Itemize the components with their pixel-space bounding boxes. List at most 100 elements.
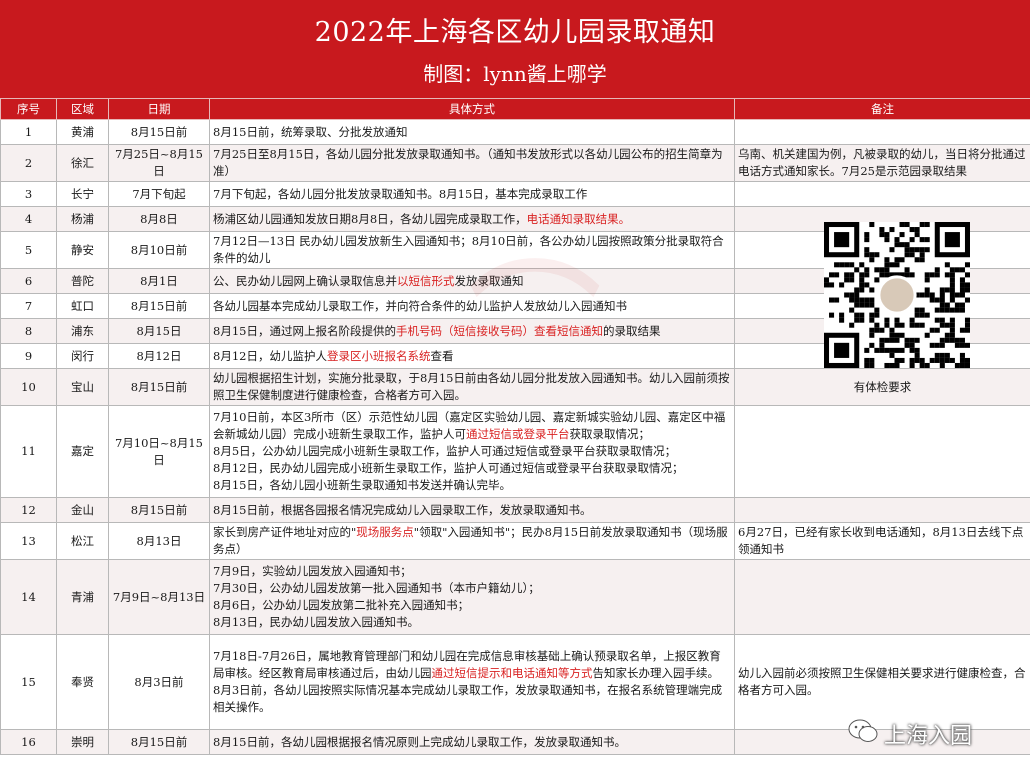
- cell-note: 乌南、机关建国为例，凡被录取的幼儿，当日将分批通过电话方式通知家长。7月25是示…: [734, 144, 1030, 182]
- cell-date: 8月13日: [108, 522, 210, 560]
- method-line: 7月30日，公办幼儿园发放第一批入园通知书（本市户籍幼儿）；: [213, 580, 731, 597]
- cell-district: 金山: [56, 497, 109, 523]
- cell-method: 家长到房产证件地址对应的"现场服务点"领取"入园通知书"；民办8月15日前发放录…: [209, 522, 735, 560]
- method-text: 的录取结果: [602, 323, 661, 338]
- cell-date: 7月25日~8月15日: [108, 144, 210, 182]
- qr-code-icon: [824, 222, 970, 368]
- cell-district: 普陀: [56, 268, 109, 294]
- cell-date: 8月3日前: [108, 634, 210, 730]
- method-line: 7月10日前，本区3所市（区）示范性幼儿园（嘉定区实验幼儿园、嘉定新城实验幼儿园…: [213, 409, 731, 443]
- cell-method: 7月10日前，本区3所市（区）示范性幼儿园（嘉定区实验幼儿园、嘉定新城实验幼儿园…: [209, 405, 735, 498]
- method-text: 告知家长办理入园手续。: [592, 666, 720, 680]
- cell-date: 8月15日: [108, 318, 210, 344]
- method-text: 7月9日，实验幼儿园发放入园通知书；: [213, 564, 412, 578]
- method-line: 8月5日，公办幼儿园完成小班新生录取工作，监护人可通过短信或登录平台获取录取情况…: [213, 443, 731, 460]
- method-line: 8月3日前，各幼儿园按照实际情况基本完成幼儿录取工作，发放录取通知书，在报名系统…: [213, 682, 731, 716]
- cell-method: 7月18日-7月26日，属地教育管理部门和幼儿园在完成信息审核基础上确认预录取名…: [209, 634, 735, 730]
- method-text: 7月30日，公办幼儿园发放第一批入园通知书（本市户籍幼儿）；: [213, 581, 540, 595]
- col-header-method: 具体方式: [209, 98, 735, 120]
- cell-date: 8月8日: [108, 206, 210, 232]
- method-text: 8月13日，民办幼儿园发放入园通知书。: [213, 615, 419, 629]
- cell-method: 8月15日前，根据各园报名情况完成幼儿入园录取工作，发放录取通知书。: [209, 497, 735, 523]
- cell-method: 7月9日，实验幼儿园发放入园通知书； 7月30日，公办幼儿园发放第一批入园通知书（…: [209, 559, 735, 635]
- method-line: 8月13日，民办幼儿园发放入园通知书。: [213, 614, 731, 631]
- table-row: 2 徐汇 7月25日~8月15日 7月25日至8月15日，各幼儿园分批发放录取通知书。…: [0, 144, 1030, 182]
- cell-method: 7月12日—13日 民办幼儿园发放新生入园通知书；8月10日前，各公办幼儿园按照…: [209, 231, 735, 269]
- table-body: 1 黄浦 8月15日前 8月15日前，统筹录取、分批发放通知 2 徐汇 7月25日~8月15…: [0, 119, 1030, 755]
- cell-note: [734, 559, 1030, 635]
- footer-logo: 上海入园: [840, 712, 1030, 752]
- method-text: 家长到房产证件地址对应的": [213, 525, 357, 539]
- table-row: 13 松江 8月13日 家长到房产证件地址对应的"现场服务点"领取"入园通知书"；民办…: [0, 522, 1030, 560]
- method-text: 通过短信或登录平台: [466, 427, 570, 441]
- cell-date: 7月下旬起: [108, 181, 210, 207]
- cell-method: 7月下旬起，各幼儿园分批发放录取通知书。8月15日，基本完成录取工作: [209, 181, 735, 207]
- wechat-bubble-icon: [848, 719, 878, 742]
- table-row: 11 嘉定 7月10日~8月15日 7月10日前，本区3所市（区）示范性幼儿园（嘉定区…: [0, 405, 1030, 498]
- method-line: 7月9日，实验幼儿园发放入园通知书；: [213, 563, 731, 580]
- cell-no: 6: [0, 268, 57, 294]
- cell-method: 8月15日，通过网上报名阶段提供的手机号码（短信接收号码）查看短信通知的录取结果: [209, 318, 735, 344]
- cell-date: 8月10日前: [108, 231, 210, 269]
- cell-note: [734, 497, 1030, 523]
- cell-method: 8月12日，幼儿监护人登录区小班报名系统查看: [209, 343, 735, 369]
- cell-district: 青浦: [56, 559, 109, 635]
- cell-no: 8: [0, 318, 57, 344]
- method-text: 现场服务点: [356, 525, 414, 539]
- cell-date: 7月10日~8月15日: [108, 405, 210, 498]
- header-banner: 2022年上海各区幼儿园录取通知 制图：lynn酱上哪学: [0, 0, 1030, 98]
- cell-district: 黄浦: [56, 119, 109, 145]
- method-text: 公、民办幼儿园网上确认录取信息并: [213, 273, 397, 288]
- method-text: 登录区小班报名系统: [326, 348, 431, 363]
- method-text: 8月6日，公办幼儿园发放第二批补充入园通知书；: [213, 598, 470, 612]
- cell-date: 8月15日前: [108, 497, 210, 523]
- cell-no: 12: [0, 497, 57, 523]
- cell-date: 7月9日~8月13日: [108, 559, 210, 635]
- cell-date: 8月15日前: [108, 119, 210, 145]
- cell-no: 15: [0, 634, 57, 730]
- footer-account-name: 上海入园: [884, 724, 973, 749]
- page-subtitle: 制图：lynn酱上哪学: [423, 62, 607, 86]
- cell-method: 公、民办幼儿园网上确认录取信息并以短信形式发放录取通知: [209, 268, 735, 294]
- col-header-no: 序号: [0, 98, 57, 120]
- cell-district: 杨浦: [56, 206, 109, 232]
- cell-note: 有体检要求: [734, 368, 1030, 406]
- method-text: 通过短信提示和电话通知等方式: [431, 666, 593, 680]
- cell-no: 2: [0, 144, 57, 182]
- cell-method: 杨浦区幼儿园通知发放日期8月8日，各幼儿园完成录取工作，电话通知录取结果。: [209, 206, 735, 232]
- cell-method: 8月15日前，各幼儿园根据报名情况原则上完成幼儿录取工作，发放录取通知书。: [209, 729, 735, 755]
- cell-method: 各幼儿园基本完成幼儿录取工作，并向符合条件的幼儿监护人发放幼儿入园通知书: [209, 293, 735, 319]
- cell-note: [734, 405, 1030, 498]
- cell-no: 11: [0, 405, 57, 498]
- cell-method: 幼儿园根据招生计划，实施分批录取，于8月15日前由各幼儿园分批发放入园通知书。幼…: [209, 368, 735, 406]
- cell-date: 8月1日: [108, 268, 210, 294]
- method-line: 8月15日，各幼儿园小班新生录取通知书发送并确认完毕。: [213, 477, 731, 494]
- method-text: 杨浦区幼儿园通知发放日期8月8日，各幼儿园完成录取工作，: [213, 211, 527, 226]
- cell-note: [734, 119, 1030, 145]
- cell-no: 14: [0, 559, 57, 635]
- method-line: 8月6日，公办幼儿园发放第二批补充入园通知书；: [213, 597, 731, 614]
- cell-no: 3: [0, 181, 57, 207]
- table-row: 3 长宁 7月下旬起 7月下旬起，各幼儿园分批发放录取通知书。8月15日，基本完成录取…: [0, 181, 1030, 207]
- method-text: 8月15日，各幼儿园小班新生录取通知书发送并确认完毕。: [213, 478, 511, 492]
- cell-no: 16: [0, 729, 57, 755]
- method-line: 7月18日-7月26日，属地教育管理部门和幼儿园在完成信息审核基础上确认预录取名…: [213, 648, 731, 682]
- method-text: 电话通知录取结果。: [526, 211, 631, 226]
- table-row: 10 宝山 8月15日前 幼儿园根据招生计划，实施分批录取，于8月15日前由各幼儿园分…: [0, 368, 1030, 406]
- col-header-note: 备注: [734, 98, 1030, 120]
- cell-date: 8月15日前: [108, 368, 210, 406]
- method-text: 以短信形式: [397, 273, 455, 288]
- cell-date: 8月15日前: [108, 729, 210, 755]
- method-text: 获取录取情况；: [569, 427, 651, 441]
- cell-district: 虹口: [56, 293, 109, 319]
- method-text: 8月3日前，各幼儿园按照实际情况基本完成幼儿录取工作，发放录取通知书，在报名系统…: [213, 683, 723, 714]
- cell-no: 4: [0, 206, 57, 232]
- cell-no: 13: [0, 522, 57, 560]
- cell-district: 徐汇: [56, 144, 109, 182]
- cell-no: 10: [0, 368, 57, 406]
- cell-method: 8月15日前，统筹录取、分批发放通知: [209, 119, 735, 145]
- method-line: 8月12日，民办幼儿园完成小班新生录取工作，监护人可通过短信或登录平台获取录取情…: [213, 460, 731, 477]
- cell-no: 9: [0, 343, 57, 369]
- cell-district: 浦东: [56, 318, 109, 344]
- cell-method: 7月25日至8月15日，各幼儿园分批发放录取通知书。（通知书发放形式以各幼儿园公…: [209, 144, 735, 182]
